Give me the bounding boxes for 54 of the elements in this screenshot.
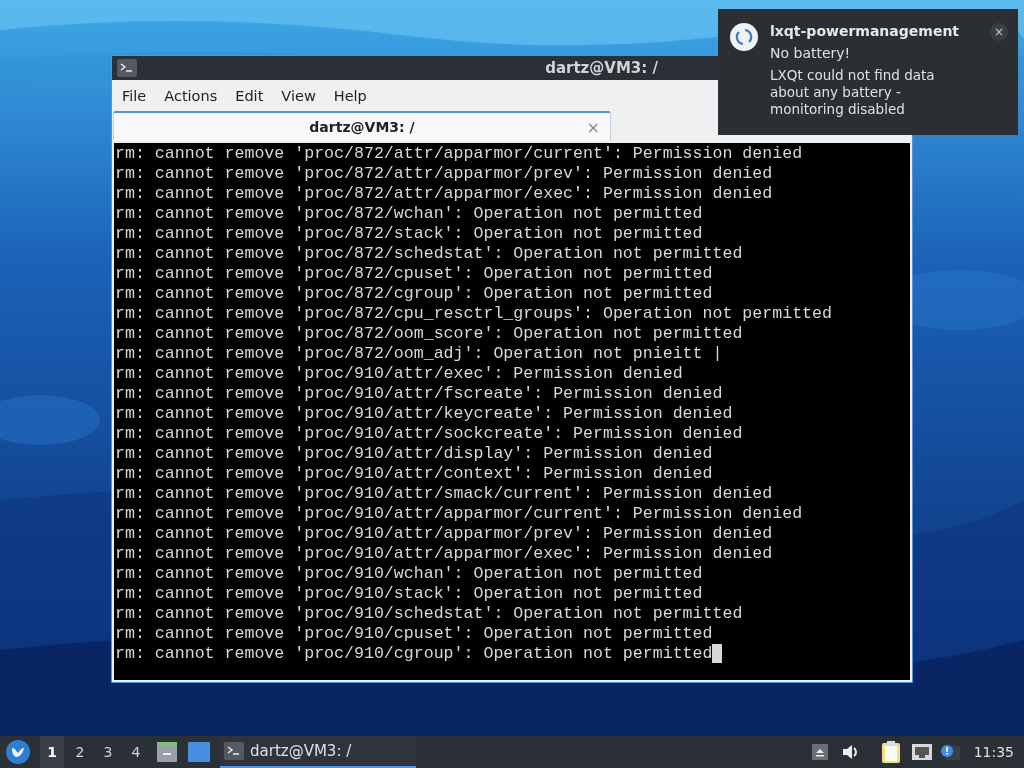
taskbar-task[interactable]: dartz@VM3: / (220, 736, 416, 768)
volume-icon[interactable] (841, 744, 860, 760)
output-line: rm: cannot remove 'proc/910/attr/keycreate': Permission denied (115, 404, 733, 424)
output-line: rm: cannot remove 'proc/872/wchan': Operation not permitted (115, 204, 703, 224)
output-line: rm: cannot remove 'proc/872/cgroup': Operation not permitted (115, 284, 713, 304)
notification-summary: No battery! (770, 45, 852, 61)
output-line: rm: cannot remove 'proc/872/oom_score': Operation not permitted (115, 324, 743, 344)
workspace-button[interactable]: 4 (124, 736, 148, 768)
output-line: rm: cannot remove 'proc/910/attr/exec': Permission denied (115, 364, 683, 384)
output-line: rm: cannot remove 'proc/910/attr/context': Permission denied (115, 464, 713, 484)
output-line: rm: cannot remove 'proc/872/cpu_resctrl_groups': Operation not permitted (115, 304, 832, 324)
alert-icon[interactable] (939, 744, 960, 760)
start-menu-icon[interactable] (6, 740, 30, 764)
output-line: rm: cannot remove 'proc/910/attr/display': Permission denied (115, 444, 713, 464)
output-line: rm: cannot remove 'proc/910/attr/smack/current': Permission denied (115, 484, 773, 504)
output-line: rm: cannot remove 'proc/872/attr/apparmor/exec': Permission denied (115, 184, 773, 204)
output-line: rm: cannot remove 'proc/910/cgroup': Operation not permitted (115, 644, 713, 664)
clock[interactable]: 11:35 (973, 744, 1014, 760)
eject-icon[interactable] (811, 744, 828, 760)
menu-item[interactable]: Actions (156, 86, 226, 106)
terminal-icon (117, 59, 137, 77)
output-line: rm: cannot remove 'proc/910/wchan': Operation not permitted (115, 564, 703, 584)
menu-item[interactable]: File (114, 86, 155, 106)
menu-item[interactable]: View (273, 86, 324, 106)
terminal-icon (224, 742, 244, 760)
notification-body: LXQt could not find data about any battery - monitoring disabled (770, 67, 936, 118)
close-button[interactable]: × (990, 23, 1008, 41)
output-line: rm: cannot remove 'proc/872/cpuset': Operation not permitted (115, 264, 713, 284)
cursor (712, 644, 723, 663)
output-line: rm: cannot remove 'proc/872/attr/apparmor/current': Permission denied (115, 144, 803, 164)
window-title: dartz@VM3: / (545, 59, 658, 77)
output-line: rm: cannot remove 'proc/872/oom_adj': Operation not pnieitt | (115, 344, 723, 364)
output-line: rm: cannot remove 'proc/910/attr/sockcreate': Permission denied (115, 424, 743, 444)
notification-app: lxqt-powermanagement (770, 23, 961, 39)
tab[interactable]: dartz@VM3: / × (113, 111, 611, 141)
workspace-button[interactable]: 2 (68, 736, 92, 768)
output-line: rm: cannot remove 'proc/872/schedstat': Operation not permitted (115, 244, 743, 264)
output-line: rm: cannot remove 'proc/910/attr/fscreate': Permission denied (115, 384, 723, 404)
menu-item[interactable]: Help (325, 86, 375, 106)
output-line: rm: cannot remove 'proc/910/attr/apparmor/current': Permission denied (115, 504, 803, 524)
clipboard-icon[interactable] (881, 741, 900, 763)
file-manager-icon[interactable] (156, 741, 178, 763)
output-line: rm: cannot remove 'proc/910/stack': Operation not permitted (115, 584, 703, 604)
workspace-button[interactable]: 3 (96, 736, 120, 768)
menu-item[interactable]: Edit (227, 86, 272, 106)
power-icon (730, 23, 758, 51)
network-icon[interactable] (911, 744, 932, 760)
output-line: rm: cannot remove 'proc/910/attr/apparmor/prev': Permission denied (115, 524, 773, 544)
output-line: rm: cannot remove 'proc/910/schedstat': Operation not permitted (115, 604, 743, 624)
output-line: rm: cannot remove 'proc/910/attr/apparmor/exec': Permission denied (115, 544, 773, 564)
output-line: rm: cannot remove 'proc/910/cpuset': Operation not permitted (115, 624, 713, 644)
workspace-button[interactable]: 1 (40, 736, 64, 768)
output-line: rm: cannot remove 'proc/872/stack': Operation not permitted (115, 224, 703, 244)
output-line: rm: cannot remove 'proc/872/attr/apparmor/prev': Permission denied (115, 164, 773, 184)
